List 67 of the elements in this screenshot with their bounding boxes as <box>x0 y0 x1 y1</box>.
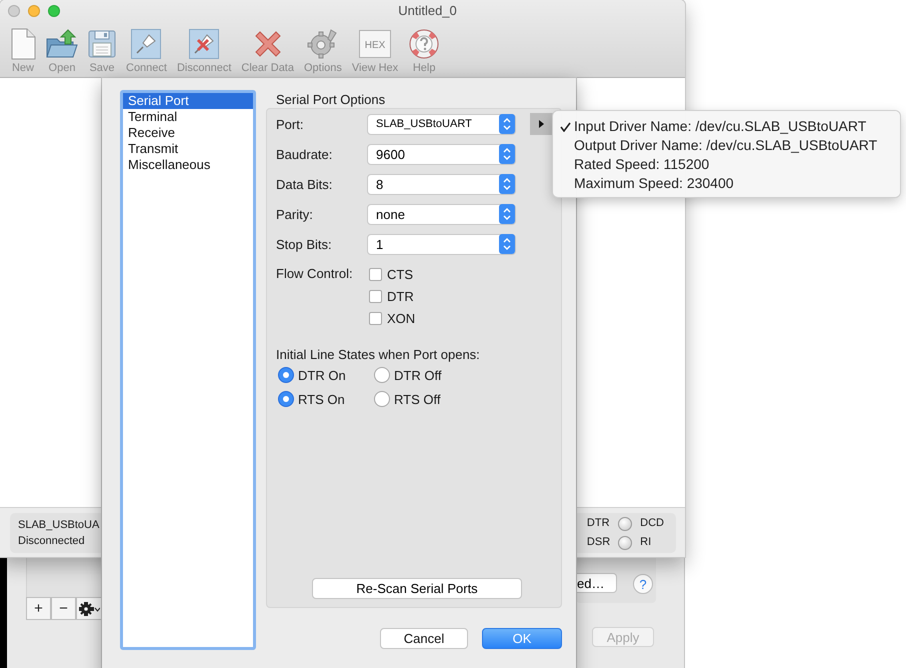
line-label: RI <box>640 535 652 550</box>
lifebuoy-icon <box>408 28 440 60</box>
category-item[interactable]: Transmit <box>123 141 253 157</box>
field-label: Stop Bits: <box>276 236 333 252</box>
menu-item[interactable]: Output Driver Name: /dev/cu.SLAB_USBtoUART <box>553 136 900 155</box>
menu-item[interactable]: Maximum Speed: 230400 <box>553 174 900 193</box>
field-label: Baudrate: <box>276 146 334 162</box>
checkbox-label: DTR <box>387 288 414 304</box>
checkbox[interactable] <box>369 290 382 302</box>
close-button[interactable] <box>8 5 20 17</box>
plug-icon <box>131 29 162 59</box>
triangle-icon <box>539 120 544 128</box>
chevron-icon <box>499 114 515 134</box>
checkbox[interactable] <box>369 268 382 280</box>
field-label: Data Bits: <box>276 176 334 192</box>
window-title: Untitled_0 <box>398 3 457 18</box>
line-label: DCD <box>640 516 664 531</box>
unplugged-icon <box>189 29 220 59</box>
section-title: Serial Port Options <box>276 92 386 107</box>
menu-item[interactable]: Input Driver Name: /dev/cu.SLAB_USBtoUART <box>553 117 900 136</box>
help-button[interactable]: ? <box>633 574 653 594</box>
popup-button[interactable]: 1 <box>367 234 516 254</box>
port-name: SLAB_USBtoUA <box>18 519 100 531</box>
panel-button[interactable]: ed… <box>576 573 617 593</box>
radio-label: RTS On <box>298 392 345 406</box>
chevron-icon <box>499 144 515 164</box>
field-label: Port: <box>276 116 304 132</box>
field-label: Flow Control: <box>276 265 354 283</box>
popup-button[interactable]: SLAB_USBtoUART <box>367 114 516 134</box>
chevron-icon <box>499 174 515 194</box>
folder-icon <box>46 29 78 59</box>
category-item[interactable]: Miscellaneous <box>123 157 253 173</box>
popup-button[interactable]: none <box>367 204 516 224</box>
radio-button[interactable] <box>278 391 294 407</box>
group-title: Initial Line States when Port opens: <box>276 347 481 363</box>
radio-label: DTR On <box>298 368 346 382</box>
popup-button[interactable]: 9600 <box>367 144 516 164</box>
checkbox-label: XON <box>387 310 416 326</box>
connection-status: Disconnected <box>18 535 86 547</box>
cancel-button[interactable]: Cancel <box>380 628 468 649</box>
action-menu-button[interactable] <box>76 597 102 620</box>
category-item[interactable]: Terminal <box>123 109 253 125</box>
minimize-button[interactable] <box>28 5 40 17</box>
list-button[interactable]: − <box>51 597 76 620</box>
zoom-button[interactable] <box>48 5 60 17</box>
document-icon <box>10 28 36 60</box>
rescan-button[interactable]: Re-Scan Serial Ports <box>312 578 522 599</box>
gear-icon <box>306 28 339 60</box>
category-item[interactable]: Receive <box>123 125 253 141</box>
chevron-icon <box>499 234 515 254</box>
chevron-icon <box>499 204 515 224</box>
field-label: Parity: <box>276 206 314 222</box>
popup-button[interactable]: 8 <box>367 174 516 194</box>
line-label: DSR <box>586 535 610 550</box>
radio-button[interactable] <box>374 367 390 383</box>
menu-item[interactable]: Rated Speed: 115200 <box>553 155 900 174</box>
list-button[interactable]: + <box>26 597 51 620</box>
line-label: DTR <box>586 516 610 531</box>
info-button[interactable] <box>530 113 553 135</box>
radio-label: DTR Off <box>394 368 442 382</box>
radio-label: RTS Off <box>394 392 440 406</box>
radio-button[interactable] <box>374 391 390 407</box>
radio-button[interactable] <box>278 367 294 383</box>
checkbox[interactable] <box>369 312 382 324</box>
category-item[interactable]: Serial Port <box>123 93 253 109</box>
checkbox-label: CTS <box>387 266 413 282</box>
hex-icon: HEX <box>359 30 392 58</box>
